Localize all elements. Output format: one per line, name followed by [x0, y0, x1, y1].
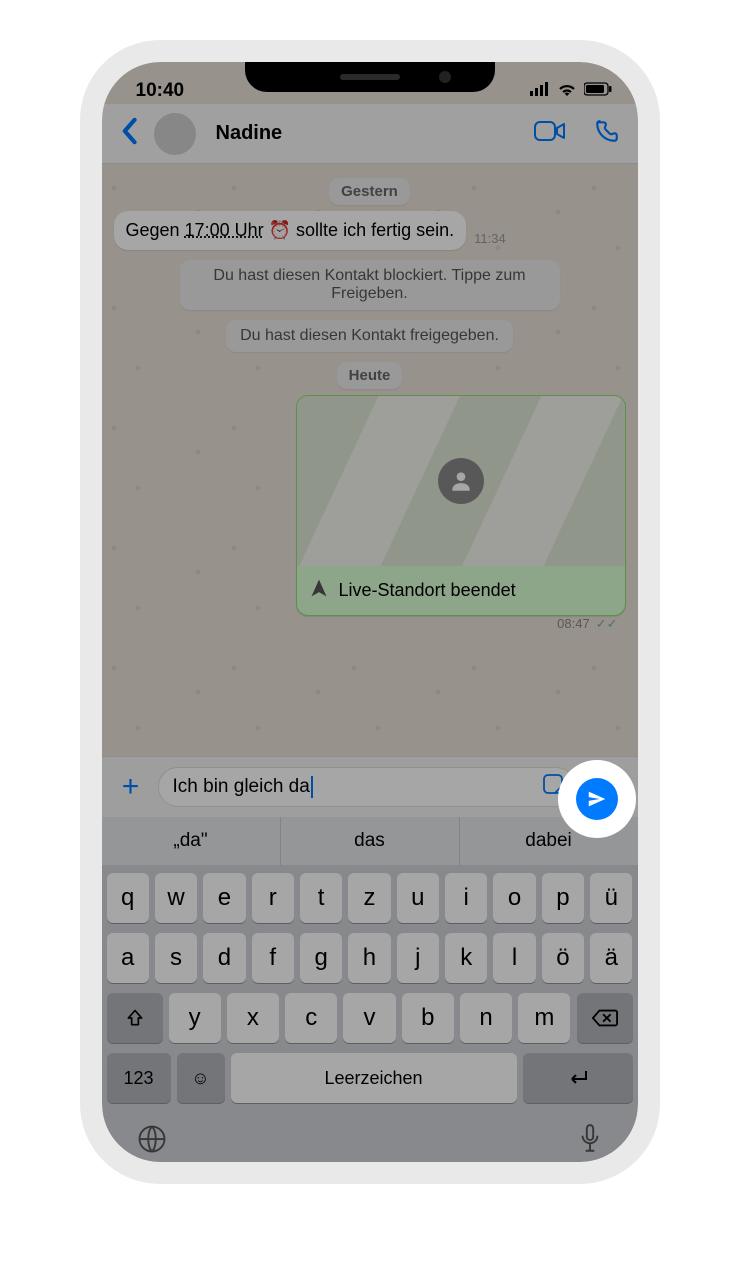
message-input-bar: + Ich bin gleich da: [102, 756, 638, 817]
send-highlight: [558, 760, 636, 838]
key-q[interactable]: q: [107, 873, 149, 923]
msg-time-text[interactable]: 17:00 Uhr: [185, 220, 264, 240]
key-x[interactable]: x: [227, 993, 279, 1043]
kb-row-4: 123 ☺ Leerzeichen: [107, 1053, 633, 1103]
date-separator-today: Heute: [337, 362, 403, 389]
system-unblocked-notice: Du hast diesen Kontakt freigegeben.: [226, 320, 513, 352]
key-g[interactable]: g: [300, 933, 342, 983]
key-j[interactable]: j: [397, 933, 439, 983]
key-m[interactable]: m: [518, 993, 570, 1043]
backspace-key[interactable]: [577, 993, 633, 1043]
message-input[interactable]: Ich bin gleich da: [158, 767, 576, 807]
keyboard-bottom-bar: [107, 1113, 633, 1162]
key-u[interactable]: u: [397, 873, 439, 923]
key-e[interactable]: e: [203, 873, 245, 923]
key-ü[interactable]: ü: [590, 873, 632, 923]
shift-key[interactable]: [107, 993, 163, 1043]
space-key[interactable]: Leerzeichen: [231, 1053, 517, 1103]
msg-text-prefix: Gegen: [126, 220, 185, 240]
key-w[interactable]: w: [155, 873, 197, 923]
key-a[interactable]: a: [107, 933, 149, 983]
battery-icon: [584, 80, 612, 102]
contact-avatar[interactable]: [154, 113, 196, 155]
key-h[interactable]: h: [348, 933, 390, 983]
phone-frame: 10:40 Nadine: [80, 40, 660, 1184]
dictation-key[interactable]: [577, 1123, 603, 1160]
kb-row-3: yxcvbnm: [107, 993, 633, 1043]
screen: 10:40 Nadine: [102, 62, 638, 1162]
numbers-key[interactable]: 123: [107, 1053, 171, 1103]
kb-row-1: qwertzuiopü: [107, 873, 633, 923]
map-pin-icon: [438, 458, 484, 504]
key-y[interactable]: y: [169, 993, 221, 1043]
send-button[interactable]: [576, 778, 618, 820]
signal-icon: [530, 80, 550, 102]
key-b[interactable]: b: [402, 993, 454, 1043]
key-f[interactable]: f: [252, 933, 294, 983]
chat-header: Nadine: [102, 104, 638, 164]
keyboard-suggestions: „da" das dabei: [102, 817, 638, 865]
msg-text-suffix: sollte ich fertig sein.: [291, 220, 454, 240]
message-input-text: Ich bin gleich da: [173, 776, 310, 798]
date-separator-yesterday: Gestern: [329, 178, 410, 205]
key-v[interactable]: v: [343, 993, 395, 1043]
location-text: Live-Standort beendet: [339, 580, 516, 601]
key-s[interactable]: s: [155, 933, 197, 983]
system-blocked-notice[interactable]: Du hast diesen Kontakt blockiert. Tippe …: [180, 260, 560, 310]
key-o[interactable]: o: [493, 873, 535, 923]
key-ä[interactable]: ä: [590, 933, 632, 983]
kb-row-2: asdfghjklöä: [107, 933, 633, 983]
incoming-bubble[interactable]: Gegen 17:00 Uhr ⏰ sollte ich fertig sein…: [114, 211, 467, 250]
voice-call-button[interactable]: [594, 118, 620, 149]
suggestion-2[interactable]: das: [281, 817, 460, 865]
attach-button[interactable]: +: [114, 770, 148, 804]
key-r[interactable]: r: [252, 873, 294, 923]
location-icon: [309, 578, 329, 603]
emoji-key[interactable]: ☺: [177, 1053, 225, 1103]
key-k[interactable]: k: [445, 933, 487, 983]
chat-body[interactable]: Gestern Gegen 17:00 Uhr ⏰ sollte ich fer…: [102, 164, 638, 756]
key-i[interactable]: i: [445, 873, 487, 923]
return-key[interactable]: [523, 1053, 633, 1103]
video-call-button[interactable]: [534, 120, 566, 147]
key-t[interactable]: t: [300, 873, 342, 923]
key-p[interactable]: p: [542, 873, 584, 923]
globe-key[interactable]: [137, 1124, 167, 1159]
map-thumbnail[interactable]: [297, 396, 625, 566]
key-z[interactable]: z: [348, 873, 390, 923]
key-c[interactable]: c: [285, 993, 337, 1043]
wifi-icon: [557, 80, 577, 102]
key-l[interactable]: l: [493, 933, 535, 983]
key-d[interactable]: d: [203, 933, 245, 983]
suggestion-1[interactable]: „da": [102, 817, 281, 865]
back-button[interactable]: [120, 117, 138, 150]
outgoing-location-bubble[interactable]: Live-Standort beendet: [296, 395, 626, 616]
key-ö[interactable]: ö: [542, 933, 584, 983]
keyboard: qwertzuiopü asdfghjklöä yxcvbnm 123 ☺ Le…: [102, 865, 638, 1162]
notch: [245, 62, 495, 92]
status-time: 10:40: [136, 80, 185, 102]
clock-icon: ⏰: [269, 220, 291, 240]
contact-name[interactable]: Nadine: [216, 122, 506, 145]
key-n[interactable]: n: [460, 993, 512, 1043]
